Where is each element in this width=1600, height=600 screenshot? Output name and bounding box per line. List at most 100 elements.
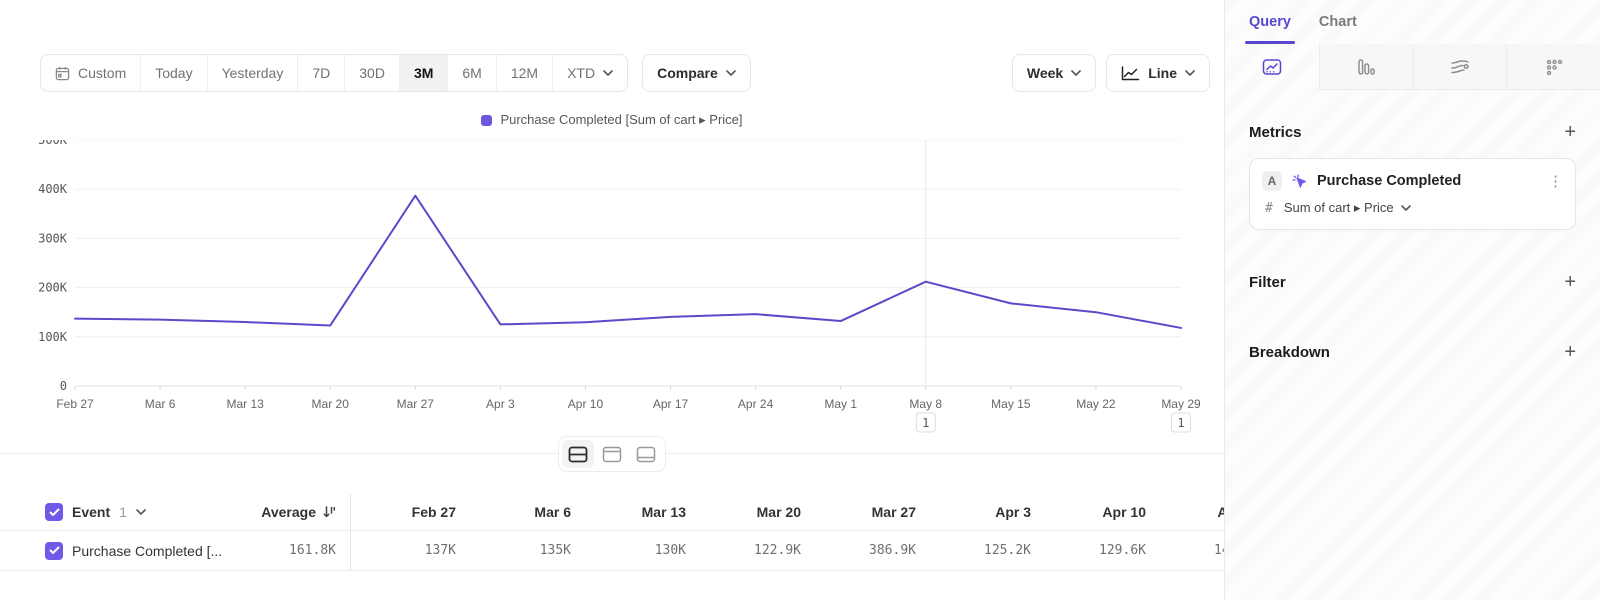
value-cell: 140.6K xyxy=(1156,543,1224,558)
add-breakdown-button[interactable]: + xyxy=(1564,342,1576,362)
range-label: Custom xyxy=(78,65,126,81)
metric-event-name: Purchase Completed xyxy=(1317,173,1539,189)
series-line[interactable] xyxy=(75,196,1181,328)
funnel-bars-icon xyxy=(1357,58,1375,76)
date-header: Mar 6 xyxy=(466,504,581,520)
chevron-down-icon xyxy=(603,70,613,76)
x-tick-label: Apr 3 xyxy=(486,397,515,411)
query-builder: Metrics + A Purchase Completed ⋮ # Sum o… xyxy=(1225,90,1600,362)
aggregation-label: Sum of cart ▸ Price xyxy=(1284,200,1411,216)
tab-label: Query xyxy=(1249,14,1291,30)
tab-query[interactable]: Query xyxy=(1249,0,1291,44)
metric-card-header: A Purchase Completed ⋮ xyxy=(1262,171,1563,191)
chevron-down-icon xyxy=(726,70,736,76)
event-count: 1 xyxy=(119,504,127,520)
event-name-cell: Purchase Completed [... xyxy=(0,542,230,560)
layout-chart-only-button[interactable] xyxy=(596,440,628,468)
range-custom[interactable]: Custom xyxy=(41,55,140,91)
date-header: Feb 27 xyxy=(351,504,466,520)
numeric-property-icon: # xyxy=(1265,201,1273,216)
x-tick-label: May 1 xyxy=(824,397,857,411)
date-header: Mar 27 xyxy=(811,504,926,520)
range-3m[interactable]: 3M xyxy=(399,55,447,91)
report-type-switcher xyxy=(1225,44,1600,90)
chart-type-label: Line xyxy=(1148,65,1177,81)
split-view-icon xyxy=(568,446,588,463)
filter-section-header: Filter + xyxy=(1249,272,1576,292)
x-tick-label: May 29 xyxy=(1161,397,1201,411)
x-tick-label: Mar 27 xyxy=(397,397,435,411)
y-tick-label: 400K xyxy=(38,182,68,196)
sort-icon xyxy=(322,505,336,519)
y-tick-label: 300K xyxy=(38,231,68,245)
value-cell: 130K xyxy=(581,543,696,558)
granularity-dropdown[interactable]: Week xyxy=(1012,54,1096,92)
line-chart[interactable]: 0100K200K300K400K500KFeb 27Mar 6Mar 13Ma… xyxy=(0,140,1224,440)
date-value-cells: 137K 135K 130K 122.9K 386.9K 125.2K 129.… xyxy=(350,531,1224,570)
chart-toolbar: Custom Today Yesterday 7D 30D 3M 6M 12M … xyxy=(40,54,1210,92)
range-30d[interactable]: 30D xyxy=(344,55,399,91)
range-label: 12M xyxy=(511,65,538,81)
range-xtd[interactable]: XTD xyxy=(552,55,627,91)
metrics-title: Metrics xyxy=(1249,124,1302,141)
average-header-cell[interactable]: Average xyxy=(230,504,350,520)
table-row[interactable]: Purchase Completed [... 161.8K 137K 135K… xyxy=(0,531,1224,571)
bottom-panel-icon xyxy=(636,446,656,463)
metric-aggregation-row[interactable]: # Sum of cart ▸ Price xyxy=(1262,200,1563,216)
range-6m[interactable]: 6M xyxy=(447,55,495,91)
x-tick-label: Apr 10 xyxy=(568,397,604,411)
value-cell: 137K xyxy=(351,543,466,558)
range-12m[interactable]: 12M xyxy=(496,55,552,91)
chevron-down-icon[interactable] xyxy=(136,509,146,515)
results-table: Event 1 Average Feb 27 Mar 6 Mar 13 Mar … xyxy=(0,494,1224,571)
average-value: 161.8K xyxy=(289,543,336,558)
retention-dots-icon xyxy=(1545,58,1563,76)
x-tick-label: Feb 27 xyxy=(56,397,94,411)
range-yesterday[interactable]: Yesterday xyxy=(207,55,298,91)
x-tick-label: Mar 6 xyxy=(145,397,176,411)
report-type-flows[interactable] xyxy=(1413,44,1507,90)
range-label: 3M xyxy=(414,65,433,81)
range-7d[interactable]: 7D xyxy=(297,55,344,91)
event-header-cell: Event 1 xyxy=(0,503,230,521)
report-main: Custom Today Yesterday 7D 30D 3M 6M 12M … xyxy=(0,0,1224,600)
date-range-segmented-control: Custom Today Yesterday 7D 30D 3M 6M 12M … xyxy=(40,54,628,92)
calendar-icon xyxy=(55,66,70,81)
compare-button[interactable]: Compare xyxy=(642,54,751,92)
report-type-funnels[interactable] xyxy=(1319,44,1413,90)
add-filter-button[interactable]: + xyxy=(1564,272,1576,292)
table-header-row: Event 1 Average Feb 27 Mar 6 Mar 13 Mar … xyxy=(0,494,1224,531)
chevron-down-icon xyxy=(1401,205,1411,211)
date-header: Apr 17 xyxy=(1156,504,1224,520)
row-checkbox[interactable] xyxy=(45,542,63,560)
x-tick-label: Apr 17 xyxy=(653,397,689,411)
range-today[interactable]: Today xyxy=(140,55,206,91)
metric-letter-badge: A xyxy=(1262,171,1282,191)
metric-card[interactable]: A Purchase Completed ⋮ # Sum of cart ▸ P… xyxy=(1249,158,1576,230)
select-all-checkbox[interactable] xyxy=(45,503,63,521)
add-metric-button[interactable]: + xyxy=(1564,122,1576,142)
date-header-cells: Feb 27 Mar 6 Mar 13 Mar 20 Mar 27 Apr 3 … xyxy=(350,494,1224,530)
tab-chart[interactable]: Chart xyxy=(1319,0,1357,44)
x-tick-label: Mar 13 xyxy=(226,397,264,411)
value-cell: 129.6K xyxy=(1041,543,1156,558)
report-type-retention[interactable] xyxy=(1506,44,1600,90)
x-tick-label: May 15 xyxy=(991,397,1031,411)
report-type-insights[interactable] xyxy=(1225,44,1319,90)
date-header: Apr 3 xyxy=(926,504,1041,520)
chart-type-dropdown[interactable]: Line xyxy=(1106,54,1210,92)
layout-toggle xyxy=(558,436,666,472)
event-cursor-icon xyxy=(1291,173,1308,190)
chevron-down-icon xyxy=(1185,70,1195,76)
event-name: Purchase Completed [... xyxy=(72,543,222,559)
x-tick-label: May 22 xyxy=(1076,397,1116,411)
layout-table-only-button[interactable] xyxy=(630,440,662,468)
chevron-down-icon xyxy=(1071,70,1081,76)
annotation-badge-label: 1 xyxy=(1177,416,1184,430)
value-cell: 125.2K xyxy=(926,543,1041,558)
date-header: Apr 10 xyxy=(1041,504,1156,520)
chart-settings-group: Week Line xyxy=(1012,54,1210,92)
layout-split-button[interactable] xyxy=(562,440,594,468)
panel-tabs: Query Chart xyxy=(1225,0,1600,44)
kebab-menu-icon[interactable]: ⋮ xyxy=(1548,172,1563,190)
